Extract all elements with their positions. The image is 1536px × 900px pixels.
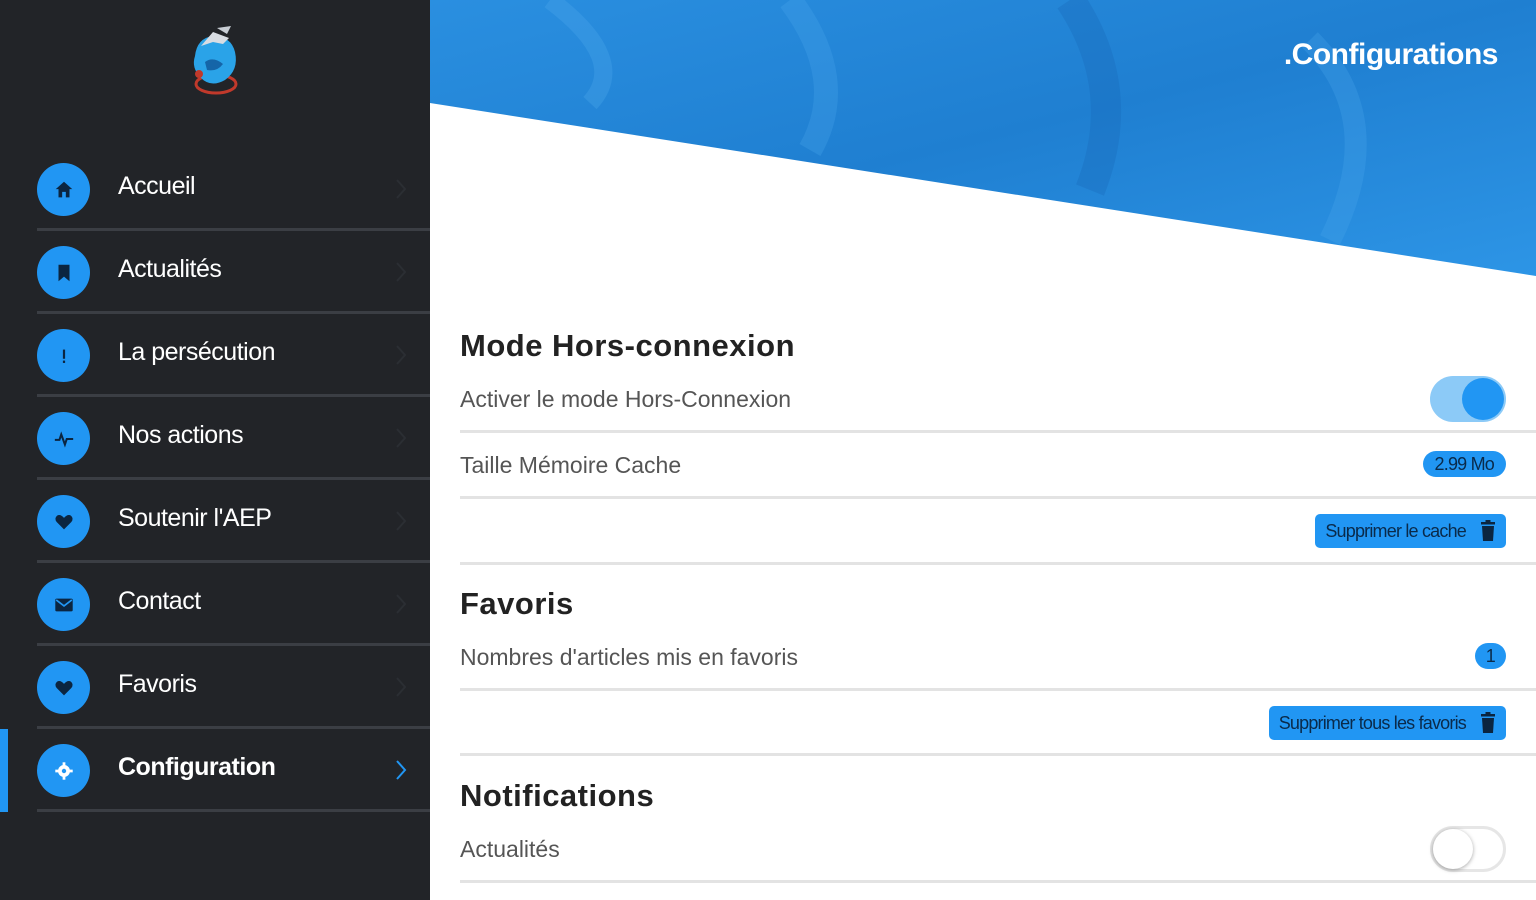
notifications-news-toggle[interactable] xyxy=(1430,826,1506,872)
sidebar-item-favoris[interactable]: Favoris xyxy=(0,646,430,729)
sidebar-item-nos-actions[interactable]: Nos actions xyxy=(0,397,430,480)
clear-cache-button[interactable]: Supprimer le cache xyxy=(1315,514,1506,548)
alert-icon xyxy=(37,329,90,382)
notifications-news-label: Actualités xyxy=(460,836,560,862)
sidebar-nav: Accueil Actualités La persécution Nos ac… xyxy=(0,148,430,812)
favorites-section-title: Favoris xyxy=(460,586,574,621)
sidebar-item-persecution[interactable]: La persécution xyxy=(0,314,430,397)
active-indicator xyxy=(0,729,8,812)
app-root: Accueil Actualités La persécution Nos ac… xyxy=(0,0,1536,900)
divider xyxy=(460,430,1536,433)
toggle-knob xyxy=(1433,829,1473,869)
sidebar-item-label: Contact xyxy=(118,587,201,615)
offline-toggle-label: Activer le mode Hors-Connexion xyxy=(460,386,792,412)
settings-icon xyxy=(37,744,90,797)
divider xyxy=(460,496,1536,499)
favorites-count-label: Nombres d'articles mis en favoris xyxy=(460,644,798,670)
bookmark-icon xyxy=(37,246,90,299)
cache-size-label: Taille Mémoire Cache xyxy=(460,452,682,478)
clear-favorites-button[interactable]: Supprimer tous les favoris xyxy=(1268,706,1506,740)
sidebar-item-label: Configuration xyxy=(118,753,276,781)
cache-size-badge: 2.99 Mo xyxy=(1422,451,1506,477)
sidebar-item-contact[interactable]: Contact xyxy=(0,563,430,646)
divider xyxy=(460,880,1536,883)
chevron-right-icon xyxy=(396,760,407,780)
app-logo xyxy=(183,22,247,102)
page-title: .Configurations xyxy=(1283,38,1499,71)
offline-section-title: Mode Hors-connexion xyxy=(460,328,796,363)
sidebar-item-label: Actualités xyxy=(118,255,222,283)
sidebar-item-label: Soutenir l'AEP xyxy=(118,504,272,532)
home-icon xyxy=(37,163,90,216)
heart-icon xyxy=(37,495,90,548)
heart-icon xyxy=(37,661,90,714)
divider xyxy=(460,688,1536,691)
trash-icon xyxy=(1481,712,1495,733)
pulse-icon xyxy=(37,412,90,465)
sidebar-item-accueil[interactable]: Accueil xyxy=(0,148,430,231)
main-content: .Configurations Mode Hors-connexion Acti… xyxy=(430,0,1536,900)
chevron-right-icon xyxy=(396,345,407,365)
favorites-count-badge: 1 xyxy=(1474,643,1506,669)
divider xyxy=(37,809,430,812)
sidebar-item-label: Nos actions xyxy=(118,421,244,449)
notifications-section-title: Notifications xyxy=(460,778,655,813)
chevron-right-icon xyxy=(396,262,407,282)
chevron-right-icon xyxy=(396,511,407,531)
trash-icon xyxy=(1481,520,1495,541)
header-banner: .Configurations xyxy=(430,0,1536,280)
chevron-right-icon xyxy=(396,594,407,614)
sidebar-item-configuration[interactable]: Configuration xyxy=(0,729,430,812)
toggle-knob xyxy=(1462,378,1504,420)
mail-icon xyxy=(37,578,90,631)
sidebar-item-label: Favoris xyxy=(118,670,197,698)
sidebar: Accueil Actualités La persécution Nos ac… xyxy=(0,0,430,900)
chevron-right-icon xyxy=(396,428,407,448)
sidebar-item-actualites[interactable]: Actualités xyxy=(0,231,430,314)
divider xyxy=(460,753,1536,756)
sidebar-item-soutenir[interactable]: Soutenir l'AEP xyxy=(0,480,430,563)
chevron-right-icon xyxy=(396,677,407,697)
sidebar-item-label: Accueil xyxy=(118,172,196,200)
divider xyxy=(460,562,1536,565)
sidebar-item-label: La persécution xyxy=(118,338,276,366)
offline-mode-toggle[interactable] xyxy=(1430,376,1506,422)
clear-cache-label: Supprimer le cache xyxy=(1325,521,1466,541)
clear-favorites-label: Supprimer tous les favoris xyxy=(1278,713,1467,733)
chevron-right-icon xyxy=(396,179,407,199)
